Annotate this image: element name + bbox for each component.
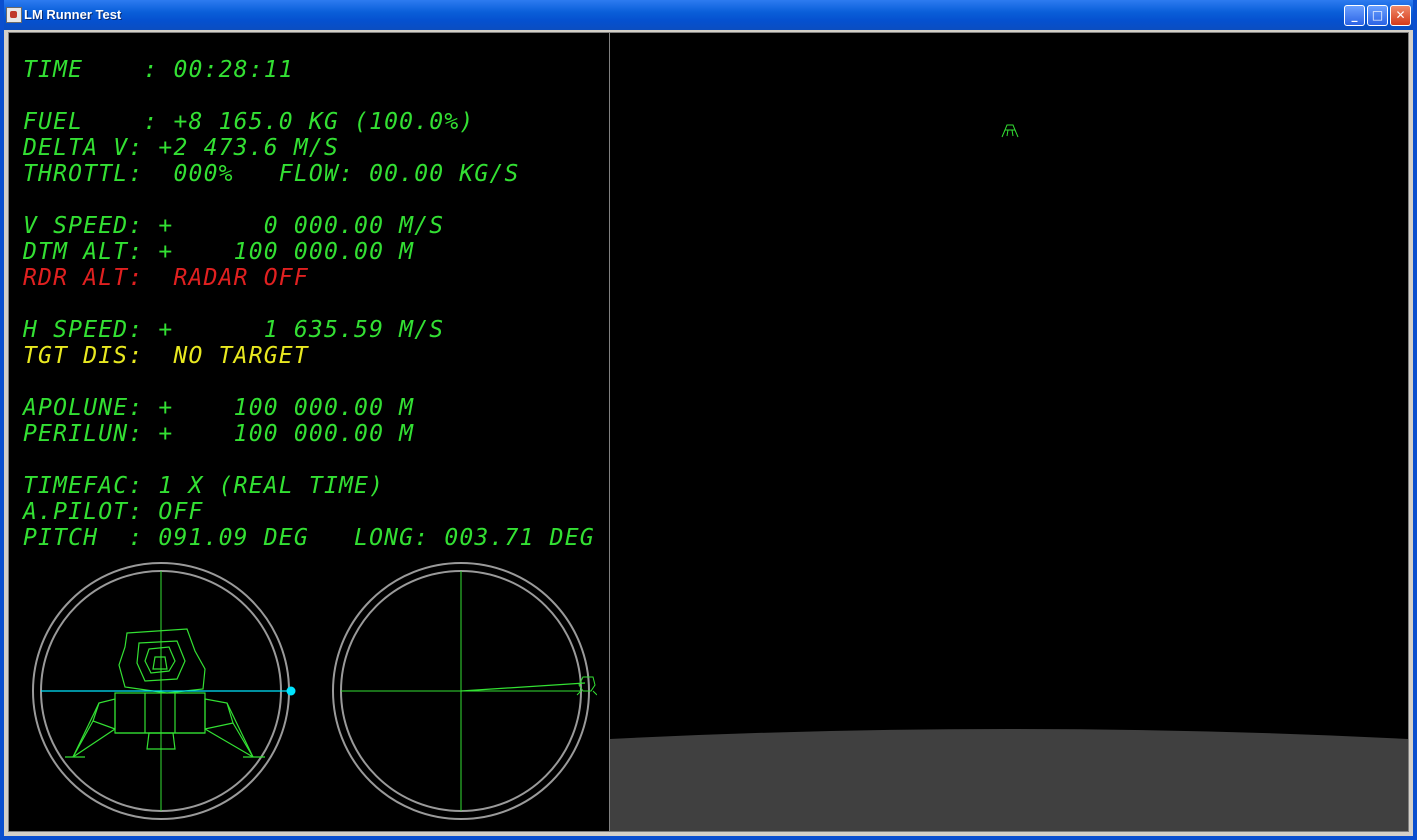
vertical-speed-readout: V SPEED: + 0 000.00 M/S bbox=[23, 213, 445, 239]
lander-sprite-icon bbox=[1001, 124, 1019, 138]
apolune-readout: APOLUNE: + 100 000.00 M bbox=[23, 395, 415, 421]
window-border-right bbox=[1413, 0, 1417, 840]
scene-view bbox=[609, 32, 1409, 832]
lunar-surface bbox=[610, 729, 1408, 831]
telemetry-panel: TIME : 00:28:11 FUEL : +8 165.0 KG (100.… bbox=[8, 32, 610, 832]
radar-altitude-readout: RDR ALT: RADAR OFF bbox=[23, 265, 309, 291]
attitude-indicator bbox=[32, 562, 296, 820]
pitch-longitude-readout: PITCH : 091.09 DEG LONG: 003.71 DEG bbox=[23, 525, 595, 551]
horizontal-speed-readout: H SPEED: + 1 635.59 M/S bbox=[23, 317, 445, 343]
scene-canvas bbox=[610, 124, 1408, 831]
lander-icon bbox=[65, 628, 265, 758]
close-button[interactable]: ✕ bbox=[1390, 5, 1411, 26]
client-area: TIME : 00:28:11 FUEL : +8 165.0 KG (100.… bbox=[4, 30, 1413, 836]
orbit-position-line bbox=[460, 682, 586, 692]
target-distance-readout: TGT DIS: NO TARGET bbox=[23, 343, 309, 369]
window-title: LM Runner Test bbox=[24, 7, 122, 22]
window-border-bottom bbox=[0, 836, 1417, 840]
perilune-readout: PERILUN: + 100 000.00 M bbox=[23, 421, 415, 447]
horizon-marker bbox=[286, 686, 296, 696]
app-window: LM Runner Test _ □ ✕ TIME : 00:28:11 FUE… bbox=[0, 0, 1417, 840]
java-app-icon bbox=[6, 7, 22, 23]
autopilot-readout: A.PILOT: OFF bbox=[23, 499, 204, 525]
fuel-readout: FUEL : +8 165.0 KG (100.0%) bbox=[23, 109, 475, 135]
longitude-indicator bbox=[332, 562, 597, 820]
time-readout: TIME : 00:28:11 bbox=[23, 57, 294, 83]
maximize-button[interactable]: □ bbox=[1367, 5, 1388, 26]
time-factor-readout: TIMEFAC: 1 X (REAL TIME) bbox=[23, 473, 385, 499]
delta-v-readout: DELTA V: +2 473.6 M/S bbox=[23, 135, 339, 161]
title-bar[interactable]: LM Runner Test _ □ ✕ bbox=[0, 0, 1417, 31]
minimize-button[interactable]: _ bbox=[1344, 5, 1365, 26]
throttle-readout: THROTTL: 000% FLOW: 00.00 KG/S bbox=[23, 161, 520, 187]
dtm-altitude-readout: DTM ALT: + 100 000.00 M bbox=[23, 239, 415, 265]
